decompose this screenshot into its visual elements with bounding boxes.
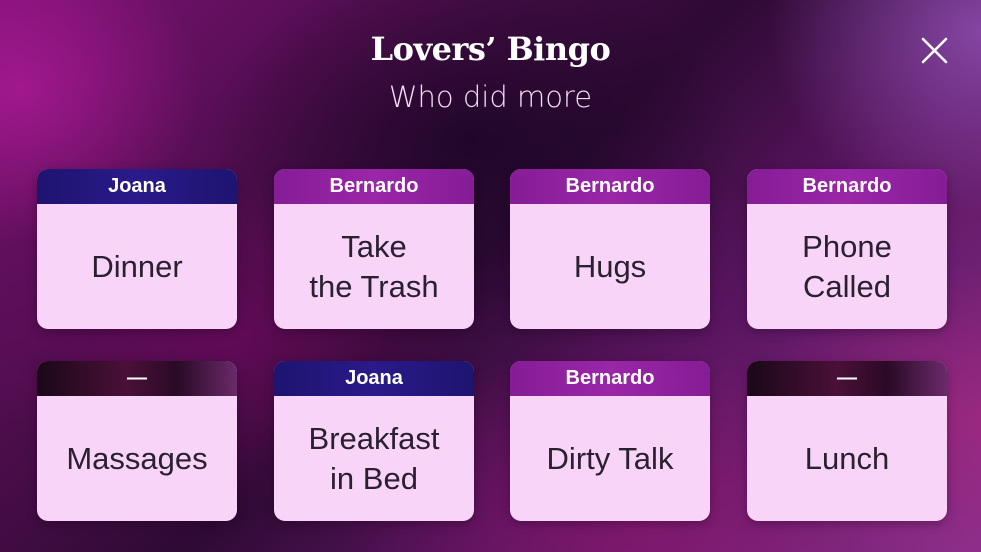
bingo-card-breakfast-in-bed[interactable]: Joana Breakfast in Bed xyxy=(274,361,474,521)
bingo-card-massages[interactable]: — Massages xyxy=(37,361,237,521)
card-owner-label: Bernardo xyxy=(274,169,474,204)
bingo-card-hugs[interactable]: Bernardo Hugs xyxy=(510,169,710,329)
card-owner-label: — xyxy=(37,361,237,396)
card-task-label: Hugs xyxy=(573,248,647,284)
bingo-card-lunch[interactable]: — Lunch xyxy=(747,361,947,521)
card-owner-label: Joana xyxy=(274,361,474,396)
page-subtitle: Who did more xyxy=(388,80,593,114)
card-task-label: Phone Called xyxy=(802,228,892,304)
card-owner-label: — xyxy=(747,361,947,396)
card-owner-label: Bernardo xyxy=(510,361,710,396)
card-task-label: Dinner xyxy=(91,248,183,284)
close-icon xyxy=(921,37,948,64)
card-task-label: Lunch xyxy=(804,440,890,476)
bingo-card-take-the-trash[interactable]: Bernardo Take the Trash xyxy=(274,169,474,329)
card-owner-label: Joana xyxy=(37,169,237,204)
card-task-label: Breakfast in Bed xyxy=(308,420,440,496)
bingo-card-phone-called[interactable]: Bernardo Phone Called xyxy=(747,169,947,329)
card-task-label: Take the Trash xyxy=(309,228,439,304)
close-button[interactable] xyxy=(915,33,955,73)
card-owner-label: Bernardo xyxy=(747,169,947,204)
page-title: Lovers’ Bingo xyxy=(370,30,611,68)
bingo-card-dinner[interactable]: Joana Dinner xyxy=(37,169,237,329)
card-owner-label: Bernardo xyxy=(510,169,710,204)
bingo-card-dirty-talk[interactable]: Bernardo Dirty Talk xyxy=(510,361,710,521)
card-task-label: Massages xyxy=(66,440,208,476)
card-task-label: Dirty Talk xyxy=(546,440,674,476)
